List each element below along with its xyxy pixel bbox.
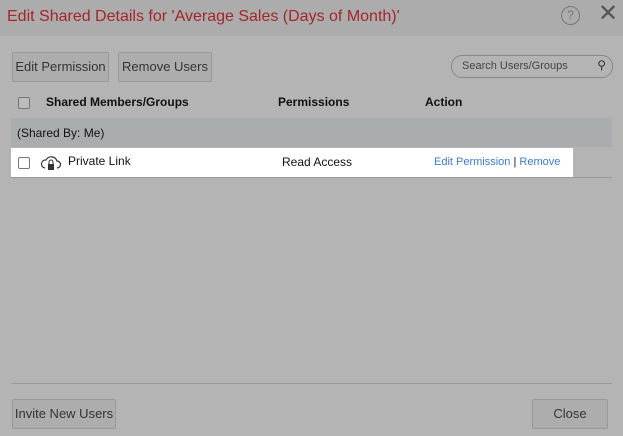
row-divider (11, 177, 612, 178)
close-icon[interactable]: ✕ (598, 2, 618, 26)
row-checkbox[interactable] (18, 157, 30, 169)
table-row: Private Link Read Access Edit Permission… (11, 148, 573, 177)
permission-value: Read Access (282, 155, 353, 169)
edit-permission-button[interactable]: Edit Permission (12, 52, 109, 82)
remove-users-button[interactable]: Remove Users (118, 52, 212, 82)
cloud-lock-icon (40, 156, 62, 170)
select-all-checkbox[interactable] (18, 97, 30, 109)
header-members: Shared Members/Groups (46, 95, 189, 109)
header-action: Action (425, 95, 463, 109)
member-name: Private Link (68, 154, 131, 168)
invite-new-users-button[interactable]: Invite New Users (12, 399, 116, 429)
group-label: (Shared By: Me) (17, 126, 105, 140)
dialog-title: Edit Shared Details for 'Average Sales (… (7, 8, 400, 25)
help-icon[interactable]: ? (561, 6, 580, 25)
remove-link[interactable]: Remove (519, 156, 560, 168)
close-button[interactable]: Close (532, 399, 608, 429)
search-placeholder: Search Users/Groups (462, 60, 568, 72)
group-row: (Shared By: Me) (11, 118, 612, 147)
action-separator: | (513, 156, 517, 168)
edit-permission-link[interactable]: Edit Permission (434, 156, 510, 168)
search-icon[interactable]: ⚲ (597, 58, 606, 72)
header-permissions: Permissions (278, 95, 350, 109)
search-input[interactable]: Search Users/Groups ⚲ (451, 55, 613, 78)
footer-divider (11, 383, 612, 384)
